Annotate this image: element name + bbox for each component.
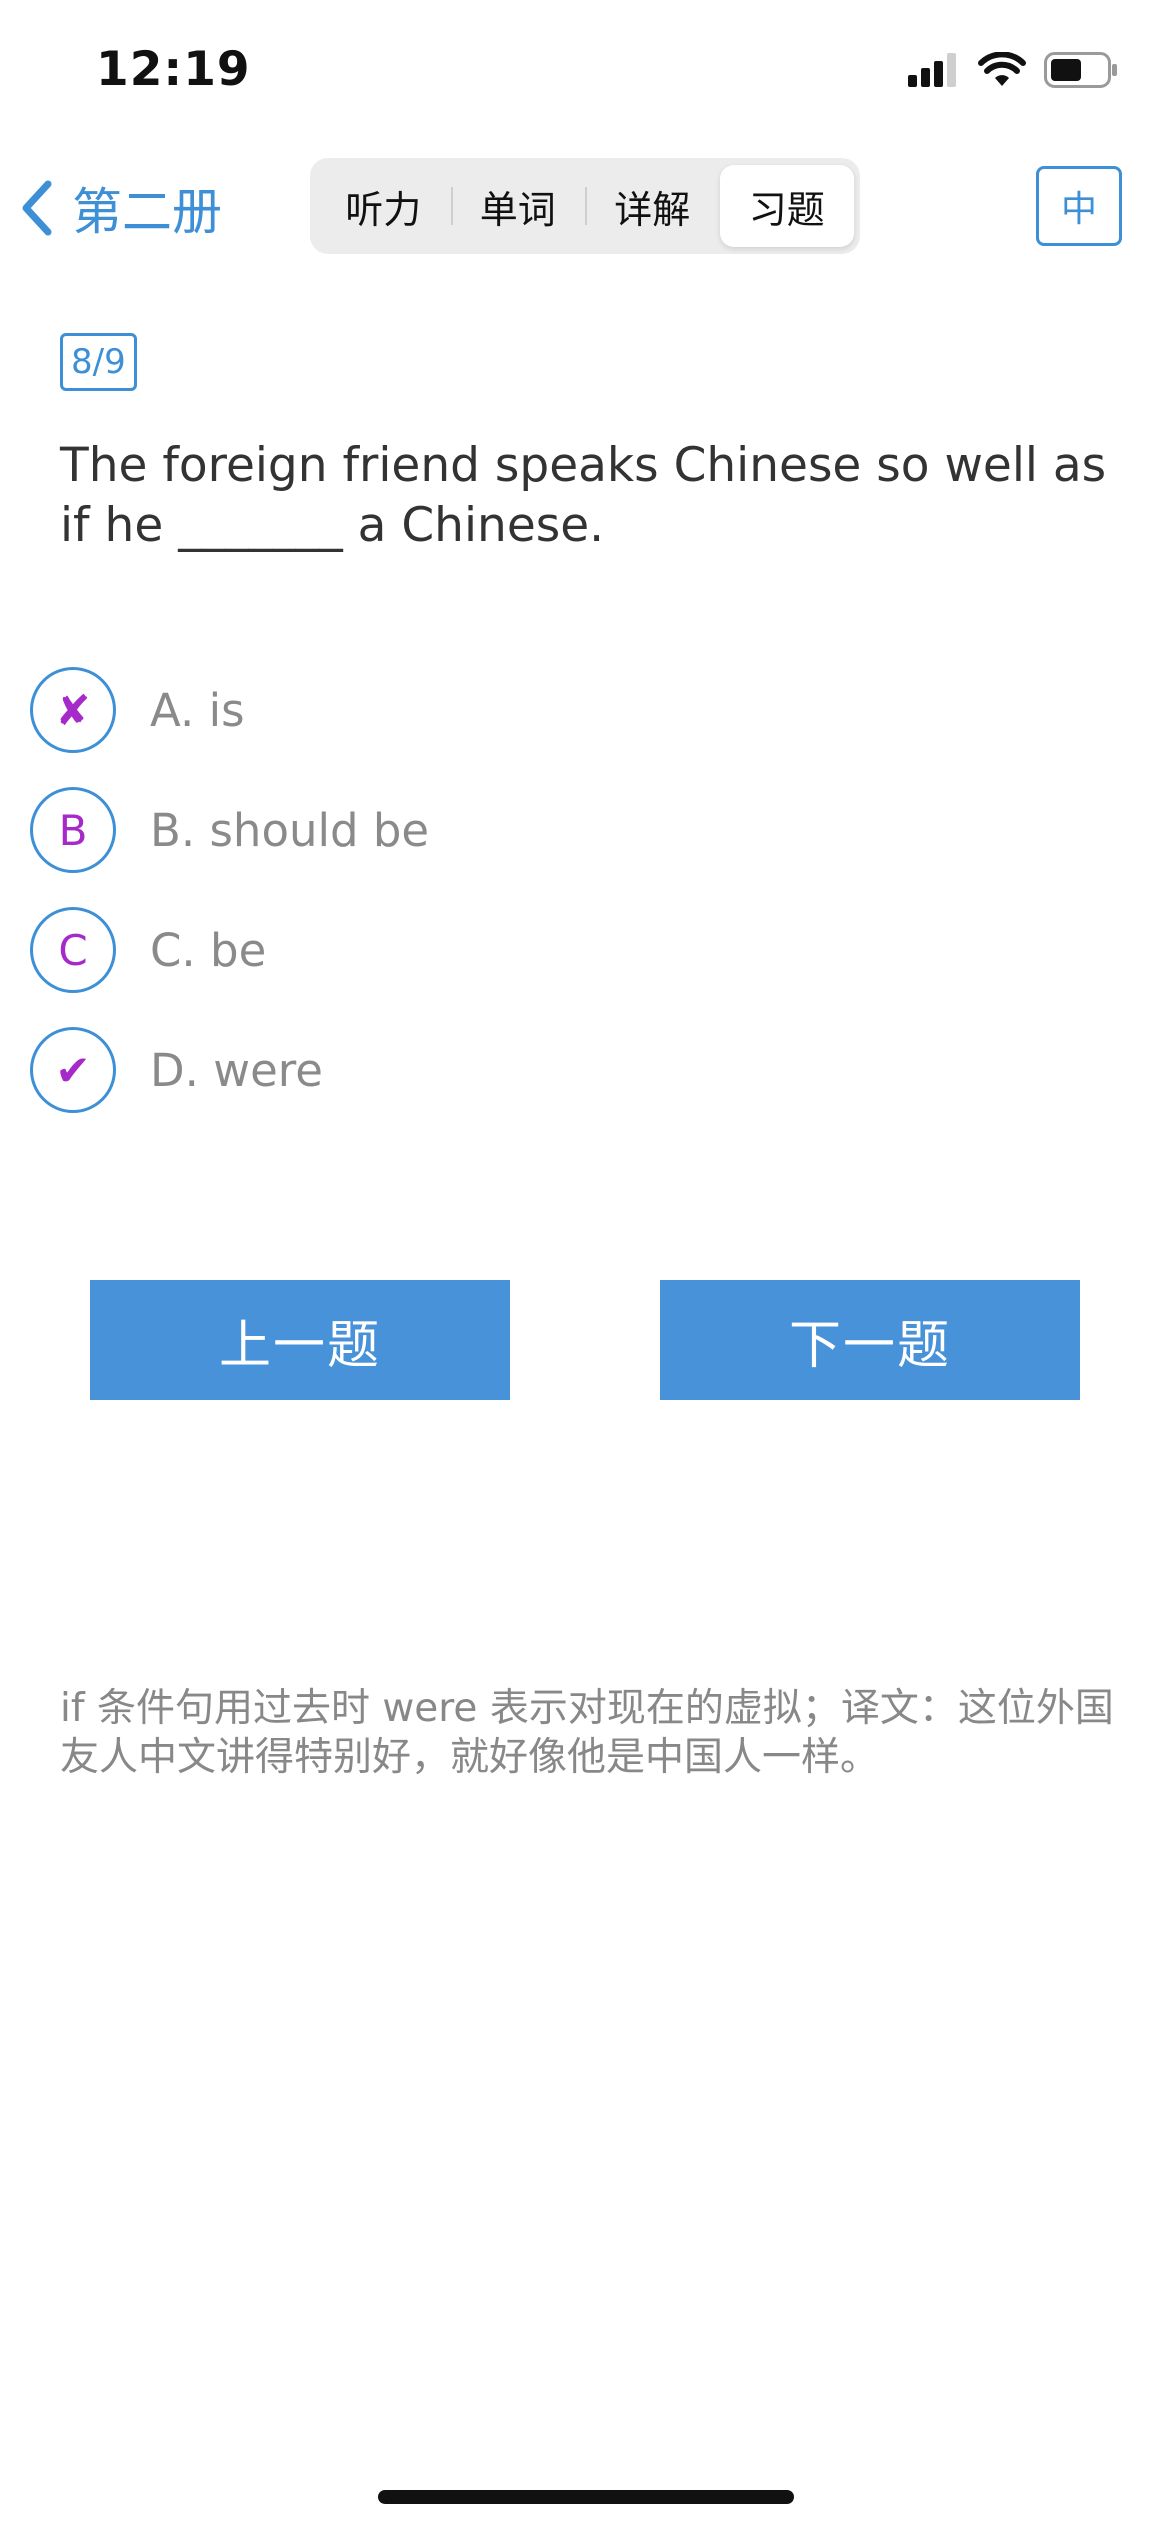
section-tabs: 听力 单词 详解 习题 — [310, 158, 860, 254]
answer-options: ✘ A. is B B. should be C C. be ✔ D. were — [30, 650, 429, 1130]
option-b[interactable]: B B. should be — [30, 770, 429, 890]
home-indicator — [378, 2490, 794, 2504]
chevron-left-icon — [22, 180, 52, 236]
wifi-icon — [978, 51, 1026, 92]
question-progress-badge: 8/9 — [60, 333, 137, 391]
wrong-mark-icon: ✘ — [30, 667, 116, 753]
check-mark-icon: ✔ — [30, 1027, 116, 1113]
option-a[interactable]: ✘ A. is — [30, 650, 429, 770]
option-d[interactable]: ✔ D. were — [30, 1010, 429, 1130]
tab-listening[interactable]: 听力 — [316, 165, 451, 247]
tab-exercises[interactable]: 习题 — [719, 165, 854, 247]
cellular-signal-icon — [908, 53, 960, 91]
option-c[interactable]: C C. be — [30, 890, 429, 1010]
battery-icon — [1044, 52, 1118, 92]
status-time: 12:19 — [96, 42, 251, 97]
answer-explanation: if 条件句用过去时 were 表示对现在的虚拟；译文：这位外国友人中文讲得特别… — [60, 1686, 1114, 1780]
tab-vocabulary[interactable]: 单词 — [450, 165, 586, 247]
option-marker: C — [30, 907, 116, 993]
next-question-button[interactable]: 下一题 — [660, 1280, 1080, 1400]
back-button[interactable]: 第二册 — [20, 168, 222, 248]
option-label: D. were — [150, 1043, 323, 1097]
language-toggle-button[interactable]: 中 — [1036, 166, 1122, 246]
option-label: C. be — [150, 923, 267, 977]
question-text: The foreign friend speaks Chinese so wel… — [60, 438, 1107, 553]
option-label: B. should be — [150, 803, 430, 857]
option-marker: B — [30, 787, 116, 873]
status-icons — [908, 51, 1118, 92]
previous-question-button[interactable]: 上一题 — [90, 1280, 510, 1400]
back-label: 第二册 — [72, 183, 222, 241]
option-label: A. is — [150, 683, 245, 737]
tab-explanation[interactable]: 详解 — [585, 165, 720, 247]
